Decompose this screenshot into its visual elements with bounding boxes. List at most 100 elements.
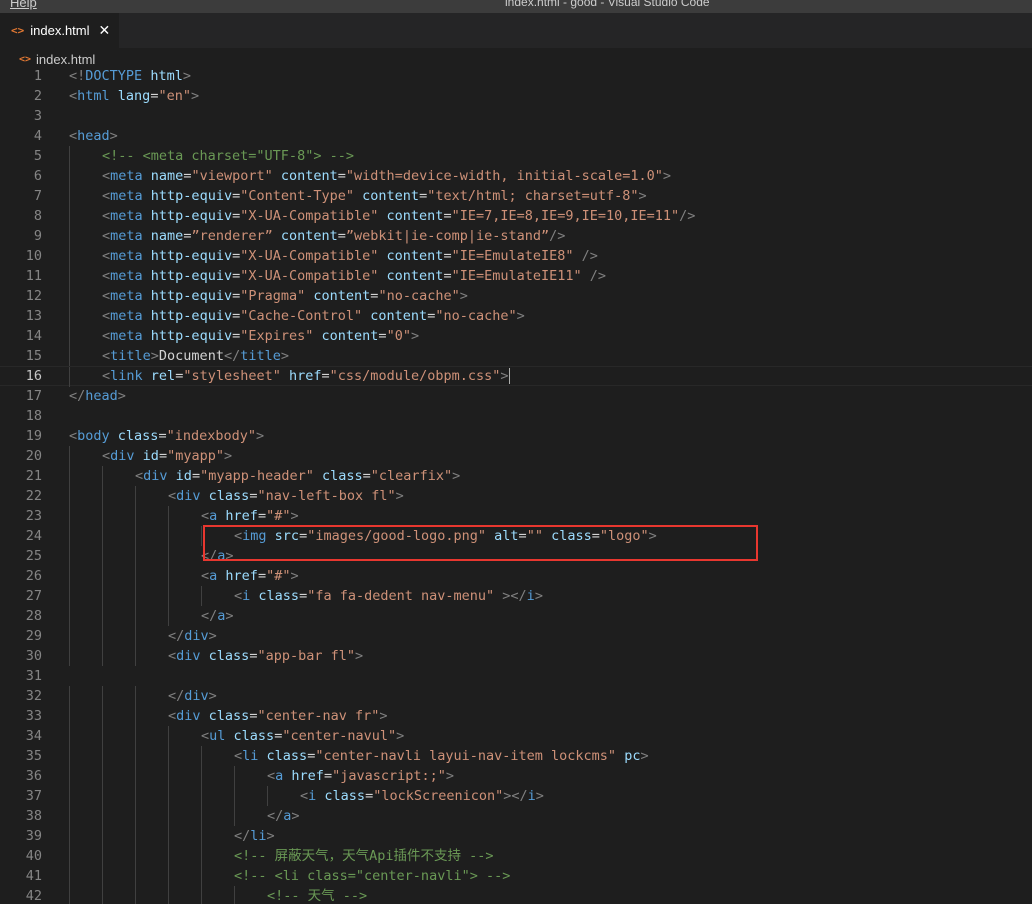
code-line[interactable]: 30 <div class="app-bar fl">	[0, 646, 1032, 666]
code-token: "center-nav fr"	[257, 708, 380, 724]
code-token: http-equiv	[150, 328, 233, 344]
code-text: <div id="myapp">	[102, 446, 232, 466]
code-token: <	[201, 728, 210, 744]
indent-guide	[102, 606, 103, 626]
code-line[interactable]: 16 <link rel="stylesheet" href="css/modul…	[0, 366, 1032, 387]
code-token: ></	[503, 788, 528, 804]
indent-guide	[102, 746, 103, 766]
menu-help[interactable]: Help	[10, 0, 37, 10]
code-line[interactable]: 8 <meta http-equiv="X-UA-Compatible" cont…	[0, 206, 1032, 226]
breadcrumb-item-file[interactable]: index.html	[36, 52, 95, 67]
code-token: "clearfix"	[370, 468, 453, 484]
tab-index-html[interactable]: <> index.html ✕	[0, 13, 119, 48]
code-token: meta	[110, 308, 143, 324]
code-token: src	[274, 528, 300, 544]
code-token: alt	[494, 528, 519, 544]
code-line[interactable]: 22 <div class="nav-left-box fl">	[0, 486, 1032, 506]
code-token: =	[362, 468, 371, 484]
code-token: >	[648, 528, 657, 544]
indent-guide	[201, 746, 202, 766]
indent-guide	[201, 826, 202, 846]
code-line[interactable]: 14 <meta http-equiv="Expires" content="0"…	[0, 326, 1032, 346]
code-line[interactable]: 36 <a href="javascript:;">	[0, 766, 1032, 786]
indent-guide	[69, 246, 70, 266]
code-token: =	[158, 428, 167, 444]
code-line[interactable]: 7 <meta http-equiv="Content-Type" content…	[0, 186, 1032, 206]
code-line[interactable]: 34 <ul class="center-navul">	[0, 726, 1032, 746]
code-token: >	[223, 448, 233, 464]
code-line[interactable]: 18	[0, 406, 1032, 426]
code-line[interactable]: 41 <!-- <li class="center-navli"> -->	[0, 866, 1032, 886]
code-line[interactable]: 39 </li>	[0, 826, 1032, 846]
code-token: >	[280, 348, 289, 364]
code-text: <meta name=”renderer” content=”webkit|ie…	[102, 226, 565, 246]
line-number: 9	[33, 228, 42, 244]
code-line[interactable]: 23 <a href="#">	[0, 506, 1032, 526]
code-line[interactable]: 27 <i class="fa fa-dedent nav-menu" ></i>	[0, 586, 1032, 606]
code-line[interactable]: 20 <div id="myapp">	[0, 446, 1032, 466]
code-line[interactable]: 2 <html lang="en">	[0, 86, 1032, 106]
code-line[interactable]: 33 <div class="center-nav fr">	[0, 706, 1032, 726]
code-line[interactable]: 9 <meta name=”renderer” content=”webkit|i…	[0, 226, 1032, 246]
code-token: "no-cache"	[378, 288, 460, 304]
code-line[interactable]: 24 <img src="images/good-logo.png" alt=""…	[0, 526, 1032, 546]
code-line[interactable]: 28 </a>	[0, 606, 1032, 626]
code-line[interactable]: 35 <li class="center-navli layui-nav-item…	[0, 746, 1032, 766]
code-token: div	[176, 488, 201, 504]
code-editor[interactable]: 1 <!DOCTYPE html> 2 <html lang="en"> 3 4 <head…	[0, 66, 1032, 904]
code-line[interactable]: 26 <a href="#">	[0, 566, 1032, 586]
code-token: meta	[110, 288, 143, 304]
code-line[interactable]: 37 <i class="lockScreenicon"></i>	[0, 786, 1032, 806]
code-token: >	[459, 288, 468, 304]
close-icon[interactable]: ✕	[99, 23, 111, 39]
code-line[interactable]: 25 </a>	[0, 546, 1032, 566]
code-line[interactable]: 11 <meta http-equiv="X-UA-Compatible" con…	[0, 266, 1032, 286]
code-token: img	[242, 528, 267, 544]
code-line[interactable]: 6 <meta name="viewport" content="width=de…	[0, 166, 1032, 186]
indent-guide	[69, 826, 70, 846]
code-line[interactable]: 1 <!DOCTYPE html>	[0, 66, 1032, 86]
code-line[interactable]: 42 <!-- 天气 -->	[0, 886, 1032, 904]
code-line[interactable]: 3	[0, 106, 1032, 126]
code-token: >	[535, 788, 544, 804]
code-token: rel	[150, 368, 176, 384]
code-line[interactable]: 21 <div id="myapp-header" class="clearfix…	[0, 466, 1032, 486]
code-line[interactable]: 17 </head>	[0, 386, 1032, 406]
code-token: ""	[526, 528, 543, 544]
code-line[interactable]: 5 <!-- <meta charset="UTF-8"> -->	[0, 146, 1032, 166]
code-line[interactable]: 38 </a>	[0, 806, 1032, 826]
code-line[interactable]: 32 </div>	[0, 686, 1032, 706]
code-line[interactable]: 13 <meta http-equiv="Cache-Control" conte…	[0, 306, 1032, 326]
line-number: 40	[25, 848, 42, 864]
code-token: name	[150, 168, 184, 184]
code-line[interactable]: 40 <!-- 屏蔽天气，天气Api插件不支持 -->	[0, 846, 1032, 866]
code-token: "app-bar fl"	[257, 648, 355, 664]
code-line[interactable]: 29 </div>	[0, 626, 1032, 646]
indent-guide	[102, 686, 103, 706]
indent-guide	[69, 606, 70, 626]
indent-guide	[69, 186, 70, 206]
line-number: 20	[25, 448, 42, 464]
indent-guide	[102, 466, 103, 486]
indent-guide	[201, 786, 202, 806]
code-token: <!-- 屏蔽天气，天气Api插件不支持 -->	[234, 848, 494, 864]
code-line[interactable]: 15 <title>Document</title>	[0, 346, 1032, 366]
code-token: "myapp-header"	[200, 468, 314, 484]
code-line[interactable]: 19 <body class="indexbody">	[0, 426, 1032, 446]
indent-guide	[168, 766, 169, 786]
indent-guide	[102, 646, 103, 666]
code-token: />	[679, 208, 696, 224]
code-line[interactable]: 12 <meta http-equiv="Pragma" content="no-…	[0, 286, 1032, 306]
code-line[interactable]: 10 <meta http-equiv="X-UA-Compatible" con…	[0, 246, 1032, 266]
code-token: />	[589, 268, 607, 284]
code-token: "stylesheet"	[183, 368, 281, 384]
code-line[interactable]: 31	[0, 666, 1032, 686]
code-line[interactable]: 4 <head>	[0, 126, 1032, 146]
code-token: "IE=7,IE=8,IE=9,IE=10,IE=11"	[451, 208, 680, 224]
